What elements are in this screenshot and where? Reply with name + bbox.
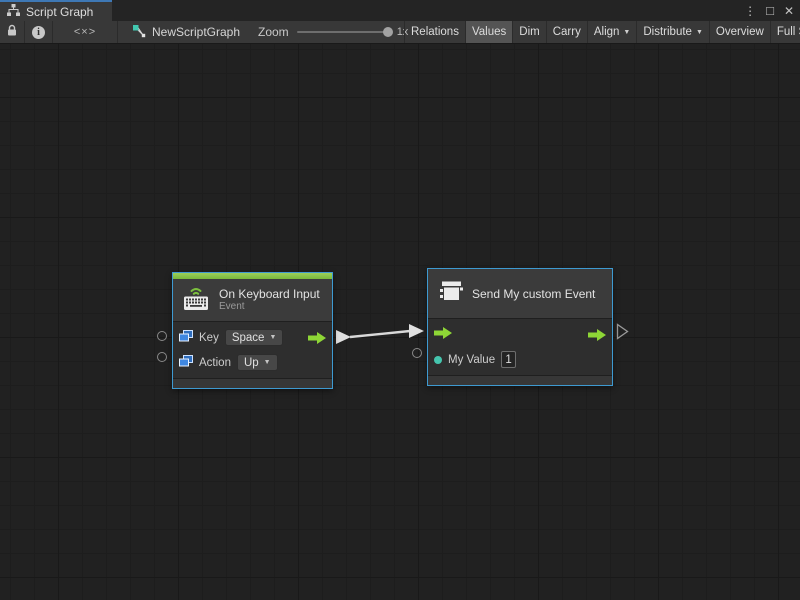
fullscreen-button[interactable]: Full Screen [770,21,800,43]
value-port-icon[interactable] [434,356,442,364]
dim-button[interactable]: Dim [512,21,545,43]
action-dropdown[interactable]: Up ▼ [237,354,278,371]
node-header[interactable]: On Keyboard Input Event [173,279,332,322]
values-button[interactable]: Values [465,21,512,43]
keyboard-icon [181,284,211,316]
node-title: Send My custom Event [472,287,595,301]
port-label: Action [199,357,231,369]
code-preview-button[interactable]: <×> [53,21,118,43]
node-title: On Keyboard Input [219,287,320,301]
info-icon: i [32,26,45,39]
graph-name-label: NewScriptGraph [152,25,240,39]
key-dropdown[interactable]: Space ▼ [225,329,284,346]
input-port-action[interactable] [157,352,167,362]
maximize-icon[interactable]: □ [766,4,774,17]
input-port-key[interactable] [157,331,167,341]
tab-title: Script Graph [26,5,93,19]
wire-start-cap [336,330,351,344]
connection-wire [0,44,800,600]
trigger-output-port[interactable] [308,332,326,344]
graph-canvas[interactable]: On Keyboard Input Event Key Space ▼ [0,44,800,600]
window-controls: ⋮ □ ✕ [744,0,794,21]
port-label: My Value [448,354,495,366]
zoom-label: Zoom [258,25,289,39]
zoom-slider-handle[interactable] [383,27,393,37]
align-button[interactable]: Align ▼ [587,21,637,43]
window-tab-bar: Script Graph ⋮ □ ✕ [0,0,800,21]
node-body: Key Space ▼ Action [173,322,332,378]
input-port-my-value[interactable] [412,348,422,358]
node-send-my-custom-event[interactable]: Send My custom Event My Value [427,268,613,386]
graph-variable-icon [179,354,193,372]
toolbar-left-group: i <×> [0,21,118,43]
lock-icon [6,24,18,40]
chevron-down-icon: ▼ [623,29,630,36]
lock-button[interactable] [0,21,25,43]
overview-button[interactable]: Overview [709,21,770,43]
trigger-input-port[interactable] [434,326,452,344]
port-row-my-value: My Value [428,347,612,372]
zoom-slider[interactable] [297,31,389,33]
custom-event-icon [438,278,464,309]
graph-toolbar: i <×> NewScriptGraph Zoom 1x Relations V… [0,21,800,44]
wire-line [350,331,410,337]
port-row-action: Action Up ▼ [173,350,332,375]
node-body: My Value [428,319,612,375]
node-footer [428,375,612,385]
chevron-down-icon: ▼ [269,334,276,341]
menu-icon[interactable]: ⋮ [744,5,756,17]
info-button[interactable]: i [25,21,53,43]
port-row-key: Key Space ▼ [173,325,332,350]
node-footer [173,378,332,388]
distribute-button[interactable]: Distribute ▼ [636,21,709,43]
graph-variable-icon [179,329,193,347]
flow-row [428,322,612,347]
chevron-down-icon: ▼ [264,359,271,366]
graph-asset-icon [132,24,146,41]
node-header[interactable]: Send My custom Event [428,269,612,319]
toolbar-button-group: Relations Values Dim Carry Align ▼ Distr… [404,21,800,43]
port-label: Key [199,332,219,344]
chevron-down-icon: ▼ [696,29,703,36]
trigger-output-port[interactable] [588,329,606,341]
relations-button[interactable]: Relations [404,21,465,43]
close-icon[interactable]: ✕ [784,5,794,17]
code-icon: <×> [74,26,96,38]
wire-arrowhead-icon [409,324,424,338]
node-subtitle: Event [219,301,320,313]
carry-button[interactable]: Carry [546,21,587,43]
my-value-input[interactable] [501,351,516,368]
output-flow-port[interactable] [616,323,629,340]
script-graph-icon [7,4,20,19]
graph-name-group[interactable]: NewScriptGraph [132,21,240,43]
tab-script-graph[interactable]: Script Graph [0,0,112,21]
node-on-keyboard-input[interactable]: On Keyboard Input Event Key Space ▼ [172,272,333,389]
zoom-control: Zoom 1x [258,21,408,43]
